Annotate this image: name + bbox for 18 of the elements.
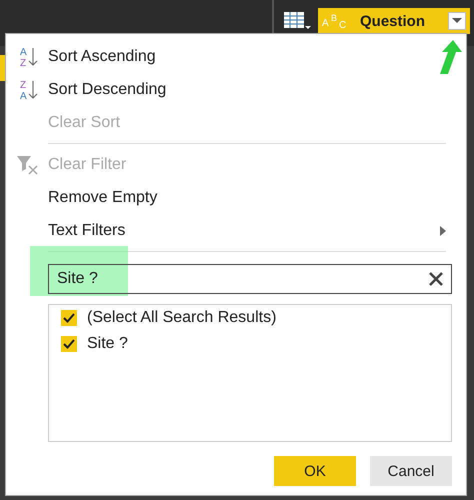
checkbox[interactable] [61,310,77,326]
menu-item[interactable]: Text Filters [6,214,466,247]
search-field[interactable]: Site ? [48,264,452,294]
checkbox-label: (Select All Search Results) [87,309,276,327]
submenu-arrow-icon [440,226,446,236]
menu-item[interactable]: Remove Empty [6,181,466,214]
menu-item[interactable]: Z A Sort Descending [6,73,466,106]
close-icon[interactable] [428,271,444,287]
text-type-icon: A B C [322,11,352,31]
caret-icon [452,18,462,24]
checkbox[interactable] [61,336,77,352]
column-header[interactable]: A B C Question [318,8,470,34]
dropdown-button[interactable] [448,12,466,30]
ok-button[interactable]: OK [274,456,356,486]
column-title: Question [360,12,426,30]
menu-item[interactable]: A Z Sort Ascending [6,40,466,73]
checkbox-label: Site ? [87,335,128,353]
cancel-button[interactable]: Cancel [370,456,452,486]
